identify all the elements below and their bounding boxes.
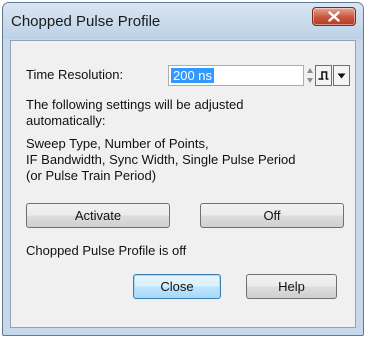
info-line-4: IF Bandwidth, Sync Width, Single Pulse P… <box>26 152 296 167</box>
info-line-3: Sweep Type, Number of Points, <box>26 136 209 151</box>
info-line-5: (or Pulse Train Period) <box>26 168 157 183</box>
dropdown-button[interactable] <box>333 65 350 86</box>
close-button[interactable]: Close <box>133 274 221 299</box>
close-icon <box>328 11 340 22</box>
title-bar[interactable]: Chopped Pulse Profile <box>3 3 363 39</box>
step-icon <box>318 71 329 80</box>
window-title: Chopped Pulse Profile <box>11 13 161 30</box>
off-button[interactable]: Off <box>200 203 344 228</box>
time-resolution-value: 200 ns <box>171 68 215 83</box>
dialog-window: Chopped Pulse Profile Time Resolution: 2… <box>2 2 364 336</box>
status-text: Chopped Pulse Profile is off <box>26 243 187 258</box>
time-resolution-label: Time Resolution: <box>26 67 124 82</box>
time-resolution-spinner[interactable] <box>305 65 314 86</box>
help-button[interactable]: Help <box>246 274 337 299</box>
dialog-body: Time Resolution: 200 ns The following se… <box>10 40 356 328</box>
chevron-down-icon <box>337 73 346 78</box>
info-line-1: The following settings will be adjusted <box>26 97 244 112</box>
info-line-2: automatically: <box>26 113 106 128</box>
spin-up-icon[interactable] <box>306 68 313 73</box>
step-button[interactable] <box>315 65 332 86</box>
activate-button[interactable]: Activate <box>26 203 170 228</box>
time-resolution-input[interactable]: 200 ns <box>168 65 304 86</box>
spin-down-icon[interactable] <box>306 78 313 83</box>
close-window-button[interactable] <box>312 7 356 26</box>
